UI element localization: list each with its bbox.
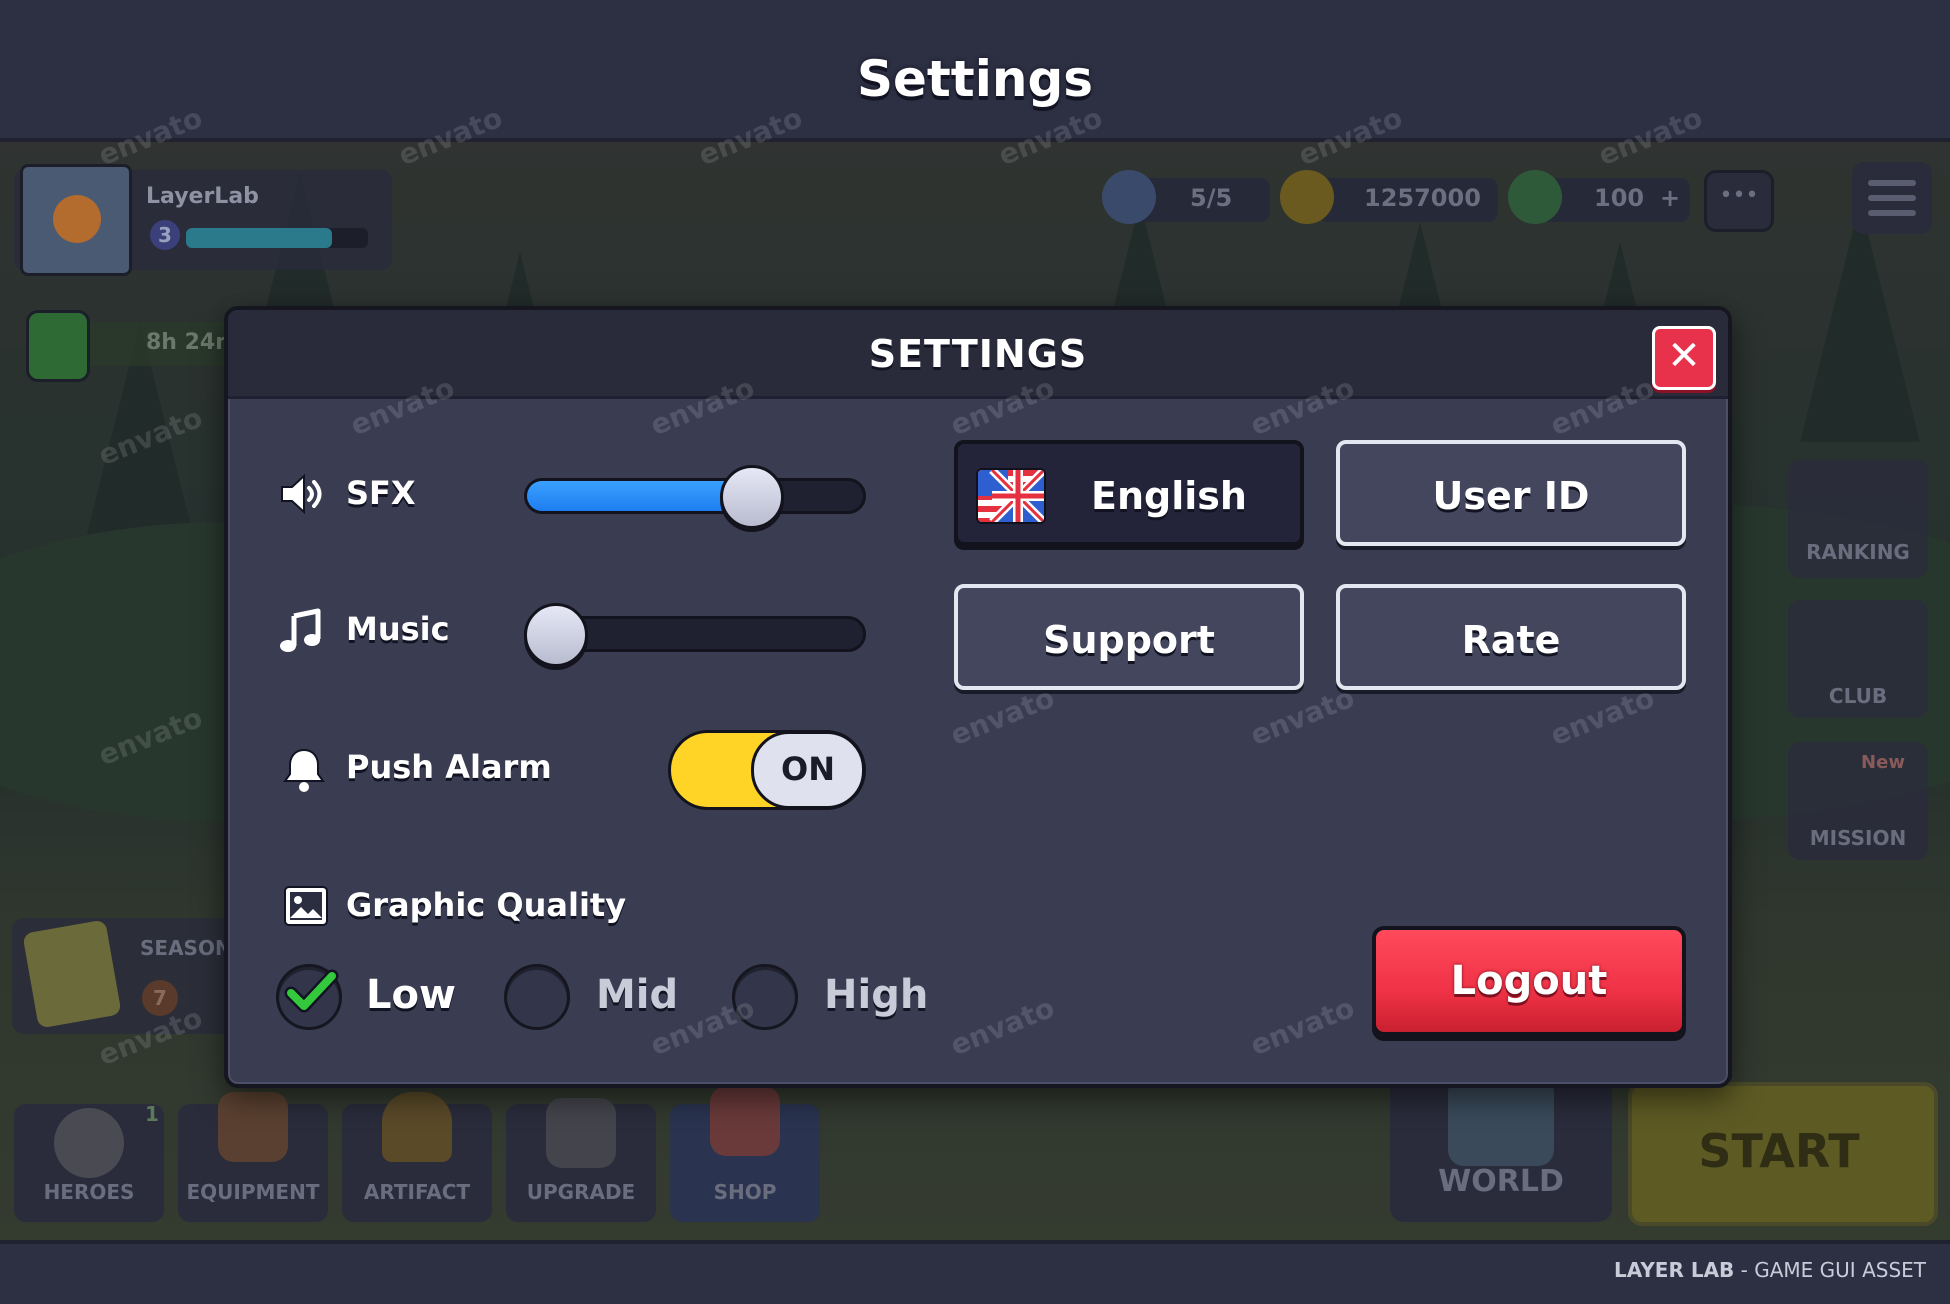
coin-icon	[1280, 170, 1334, 224]
side-label-ranking: RANKING	[1806, 540, 1910, 564]
green-gem-icon	[1508, 170, 1562, 224]
add-gems-button[interactable]: +	[1660, 184, 1680, 212]
start-label: START	[1698, 1124, 1860, 1178]
push-alarm-toggle[interactable]: ON	[668, 730, 866, 810]
graphic-quality-label: Graphic Quality	[346, 886, 627, 924]
avatar	[20, 164, 132, 276]
hamburger-menu-icon[interactable]	[1852, 162, 1932, 234]
sfx-label: SFX	[346, 474, 416, 512]
user-id-label: User ID	[1432, 474, 1590, 518]
us-uk-flag-icon	[976, 468, 1046, 524]
logout-label: Logout	[1450, 958, 1608, 1004]
profile-level-badge: 3	[150, 220, 180, 250]
sfx-slider-handle[interactable]	[719, 465, 784, 529]
quality-low-radio[interactable]	[276, 964, 342, 1030]
close-x-icon: ✕	[1667, 333, 1701, 379]
quality-low-label: Low	[366, 972, 456, 1018]
checkmark-icon	[284, 969, 339, 1013]
side-label-mission: MISSION	[1809, 826, 1907, 850]
season-label: SEASON	[140, 936, 232, 960]
watermark: envato	[945, 990, 1059, 1063]
heroes-badge: 1	[145, 1102, 159, 1126]
page-title: Settings	[856, 50, 1093, 108]
push-alarm-label: Push Alarm	[346, 748, 552, 786]
watermark: envato	[1245, 680, 1359, 753]
modal-title: SETTINGS	[868, 332, 1088, 376]
close-button[interactable]: ✕	[1652, 326, 1716, 390]
watermark: envato	[945, 680, 1059, 753]
shop-stall-icon	[710, 1086, 780, 1156]
rate-label: Rate	[1461, 618, 1561, 662]
watermark: envato	[1545, 680, 1659, 753]
anvil-icon	[546, 1098, 616, 1168]
support-label: Support	[1043, 618, 1215, 662]
chalice-icon	[382, 1092, 452, 1162]
settings-modal: SETTINGS ✕ SFX Music Push Alarm ON Graph…	[224, 306, 1732, 1088]
nav-heroes-label: HEROES	[43, 1180, 135, 1204]
logout-button[interactable]: Logout	[1372, 926, 1686, 1036]
language-label: English	[1091, 474, 1247, 518]
resource-gems-value: 100	[1594, 184, 1645, 212]
chat-bubble-icon[interactable]	[1704, 170, 1774, 232]
quality-high-label: High	[824, 972, 929, 1018]
resource-stamina-value: 5/5	[1190, 184, 1233, 212]
speaker-icon	[281, 473, 322, 515]
mission-new-badge: New	[1861, 752, 1905, 773]
side-label-club: CLUB	[1828, 684, 1888, 708]
backpack-icon	[218, 1092, 288, 1162]
bell-icon	[283, 748, 325, 792]
sfx-slider-fill	[527, 481, 749, 511]
sfx-slider[interactable]	[524, 465, 866, 529]
toggle-knob: ON	[751, 731, 865, 809]
nav-artifact-label: ARTIFACT	[363, 1180, 471, 1204]
toggle-state-label: ON	[781, 750, 835, 788]
rate-button[interactable]: Rate	[1336, 584, 1686, 690]
season-chest-icon	[22, 919, 122, 1029]
credit-brand: LAYER LAB	[1614, 1258, 1735, 1282]
image-icon	[284, 886, 328, 926]
world-label: WORLD	[1438, 1164, 1564, 1199]
resource-coins-value: 1257000	[1364, 184, 1481, 212]
knight-helmet-icon	[54, 1108, 124, 1178]
quality-mid-label: Mid	[596, 972, 679, 1018]
profile-name: LayerLab	[146, 184, 259, 209]
music-label: Music	[346, 610, 450, 648]
nav-shop-label: SHOP	[713, 1180, 777, 1204]
nav-equipment-label: EQUIPMENT	[186, 1180, 320, 1204]
quality-mid-radio[interactable]	[504, 964, 570, 1030]
music-slider[interactable]	[524, 603, 866, 667]
credit-rest: - GAME GUI ASSET	[1734, 1258, 1926, 1282]
energy-battery-icon	[26, 310, 90, 382]
shield-gem-icon	[1102, 170, 1156, 224]
credit-text: LAYER LAB - GAME GUI ASSET	[1614, 1258, 1926, 1282]
music-note-icon	[280, 608, 321, 652]
watermark: envato	[1245, 990, 1359, 1063]
user-id-button[interactable]: User ID	[1336, 440, 1686, 546]
music-slider-handle[interactable]	[524, 603, 588, 667]
world-map-icon	[1448, 1076, 1554, 1166]
language-button[interactable]: English	[954, 440, 1304, 546]
nav-upgrade-label: UPGRADE	[526, 1180, 636, 1204]
profile-xp-bar	[186, 228, 368, 248]
support-button[interactable]: Support	[954, 584, 1304, 690]
